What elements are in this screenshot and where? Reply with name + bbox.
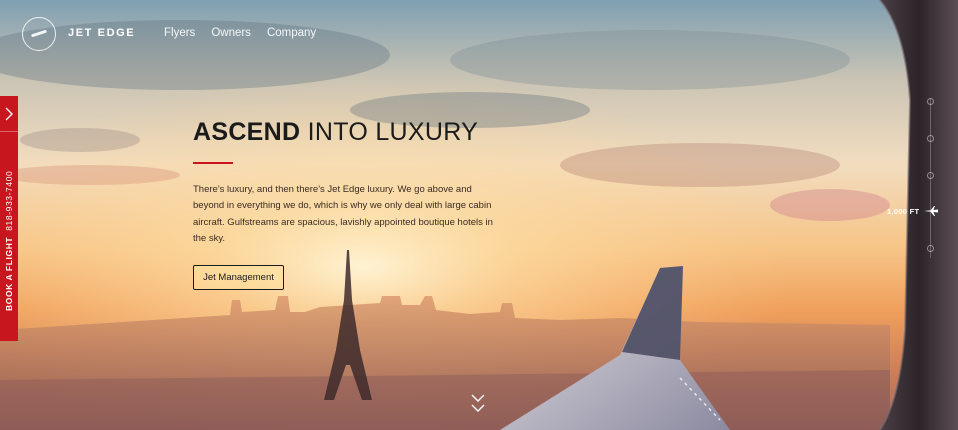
altitude-marker[interactable] [927,98,934,105]
headline-divider [193,162,233,164]
altitude-label: 1,000 FT [887,207,920,216]
hero-section: JET EDGE Flyers Owners Company BOOK A FL… [0,0,958,430]
headline-light: INTO LUXURY [307,118,479,146]
double-chevron-down-icon[interactable] [470,392,486,416]
nav-item-flyers[interactable]: Flyers [164,27,195,39]
nav-item-company[interactable]: Company [267,27,316,39]
airplane-icon [924,206,938,216]
nav-item-owners[interactable]: Owners [211,27,251,39]
book-a-flight-label: BOOK A FLIGHT [4,236,14,311]
altitude-marker[interactable] [927,135,934,142]
hero-body-text: There's luxury, and then there's Jet Edg… [193,184,493,244]
chevron-right-icon[interactable] [0,96,18,132]
book-a-flight-text[interactable]: BOOK A FLIGHT 818-933-7400 [4,171,14,311]
logo-icon[interactable] [22,17,56,51]
brand-name[interactable]: JET EDGE [68,27,135,39]
jet-management-button[interactable]: Jet Management [193,265,284,290]
page-title: ASCEND INTO LUXURY [193,118,478,147]
book-a-flight-tab[interactable]: BOOK A FLIGHT 818-933-7400 [0,96,18,341]
altitude-marker[interactable] [927,245,934,252]
phone-number: 818-933-7400 [4,170,14,231]
headline-strong: ASCEND [193,118,301,146]
altitude-marker[interactable] [927,172,934,179]
main-nav: Flyers Owners Company [164,27,316,39]
